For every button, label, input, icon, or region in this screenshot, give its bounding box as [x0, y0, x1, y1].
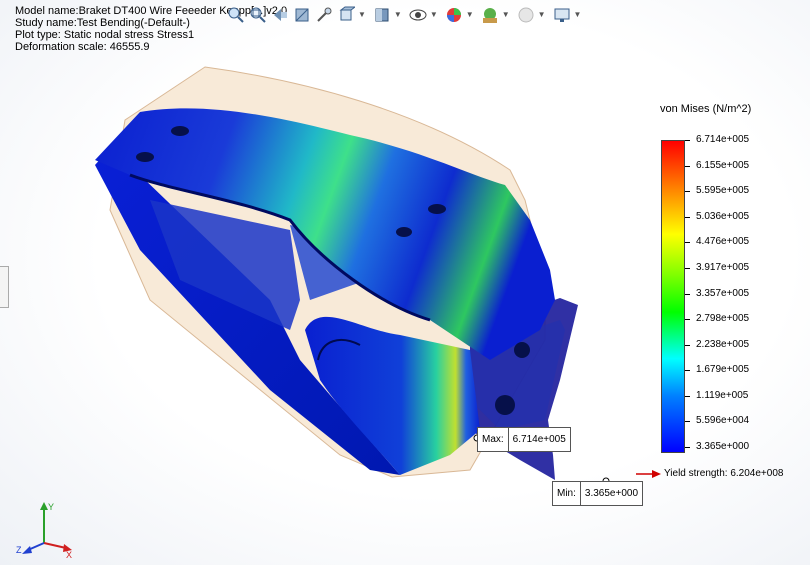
max-value: 6.714e+005 — [512, 434, 566, 445]
display-style-icon[interactable] — [372, 5, 392, 25]
display-icon[interactable] — [552, 5, 572, 25]
previous-view-icon[interactable] — [270, 5, 290, 25]
zoom-to-area-icon[interactable] — [248, 5, 268, 25]
plot-type: Plot type: Static nodal stress Stress1 — [15, 29, 195, 41]
yield-arrow-icon — [636, 470, 661, 478]
legend-tick-mark — [685, 447, 690, 448]
legend-tick-label: 6.155e+005 — [696, 159, 750, 171]
legend-tick-mark — [685, 421, 690, 423]
triad-x-label: X — [66, 550, 72, 560]
dynamic-annotation-icon[interactable] — [314, 5, 334, 25]
view-settings-icon[interactable] — [516, 5, 536, 25]
legend-tick-label: 2.238e+005 — [696, 338, 750, 350]
chevron-down-icon[interactable]: ▼ — [502, 5, 510, 25]
chevron-down-icon[interactable]: ▼ — [394, 5, 402, 25]
legend-tick-mark — [685, 216, 690, 218]
max-label: Max: — [478, 428, 509, 451]
chevron-down-icon[interactable]: ▼ — [466, 5, 474, 25]
yield-strength-label: Yield strength: 6.204e+008 — [664, 468, 784, 479]
min-callout[interactable]: Min: 3.365e+000 — [552, 481, 644, 506]
triad-y-label: Y — [48, 502, 54, 512]
legend-tick-label: 3.917e+005 — [696, 261, 750, 273]
legend-tick-mark — [685, 140, 690, 141]
legend-title: von Mises (N/m^2) — [660, 103, 752, 115]
legend-tick-label: 5.036e+005 — [696, 210, 750, 222]
legend-tick-mark — [685, 395, 690, 397]
legend-tick-mark — [685, 267, 690, 269]
chevron-down-icon[interactable]: ▼ — [430, 5, 438, 25]
legend-tick-mark — [685, 319, 690, 321]
max-callout[interactable]: Max: 6.714e+005 — [477, 427, 571, 452]
legend-tick-mark — [685, 242, 690, 244]
hide-show-icon[interactable] — [408, 5, 428, 25]
legend-tick-mark — [685, 370, 690, 372]
stress-plot-model[interactable] — [0, 0, 810, 565]
legend-tick-label: 3.357e+005 — [696, 287, 750, 299]
legend-tick-label: 6.714e+005 — [696, 134, 750, 145]
legend-tick-label: 3.365e+000 — [696, 441, 750, 452]
edit-appearance-icon[interactable] — [444, 5, 464, 25]
zoom-to-fit-icon[interactable] — [226, 5, 246, 25]
chevron-down-icon[interactable]: ▼ — [358, 5, 366, 25]
graphics-viewport[interactable]: Model name:Braket DT400 Wire Feeeder Kep… — [0, 0, 810, 565]
stress-colorbar — [661, 140, 685, 453]
heads-up-toolbar: ▼ ▼ ▼ ▼ ▼ ▼ ▼ — [226, 3, 587, 27]
legend-tick-mark — [685, 293, 690, 295]
legend-tick-label: 5.596e+004 — [696, 415, 750, 427]
chevron-down-icon[interactable]: ▼ — [538, 5, 546, 25]
legend-tick-label: 2.798e+005 — [696, 313, 750, 325]
legend-tick-label: 5.595e+005 — [696, 185, 750, 197]
legend-tick-label: 1.119e+005 — [696, 389, 749, 401]
min-value: 3.365e+000 — [584, 488, 639, 499]
min-label: Min: — [553, 482, 581, 505]
legend-tick-mark — [685, 344, 690, 346]
legend-tick-mark — [685, 165, 690, 167]
panel-expand-handle[interactable] — [0, 266, 9, 308]
apply-scene-icon[interactable] — [480, 5, 500, 25]
view-orientation-icon[interactable] — [336, 5, 356, 25]
deformation-scale: Deformation scale: 46555.9 — [15, 41, 150, 53]
legend-tick-label: 4.476e+005 — [696, 236, 750, 248]
section-view-icon[interactable] — [292, 5, 312, 25]
triad-z-label: Z — [16, 545, 22, 555]
legend-tick-label: 1.679e+005 — [696, 364, 750, 376]
legend-tick-mark — [685, 191, 690, 193]
reference-triad: Y X Z — [16, 502, 72, 560]
chevron-down-icon[interactable]: ▼ — [574, 5, 582, 25]
